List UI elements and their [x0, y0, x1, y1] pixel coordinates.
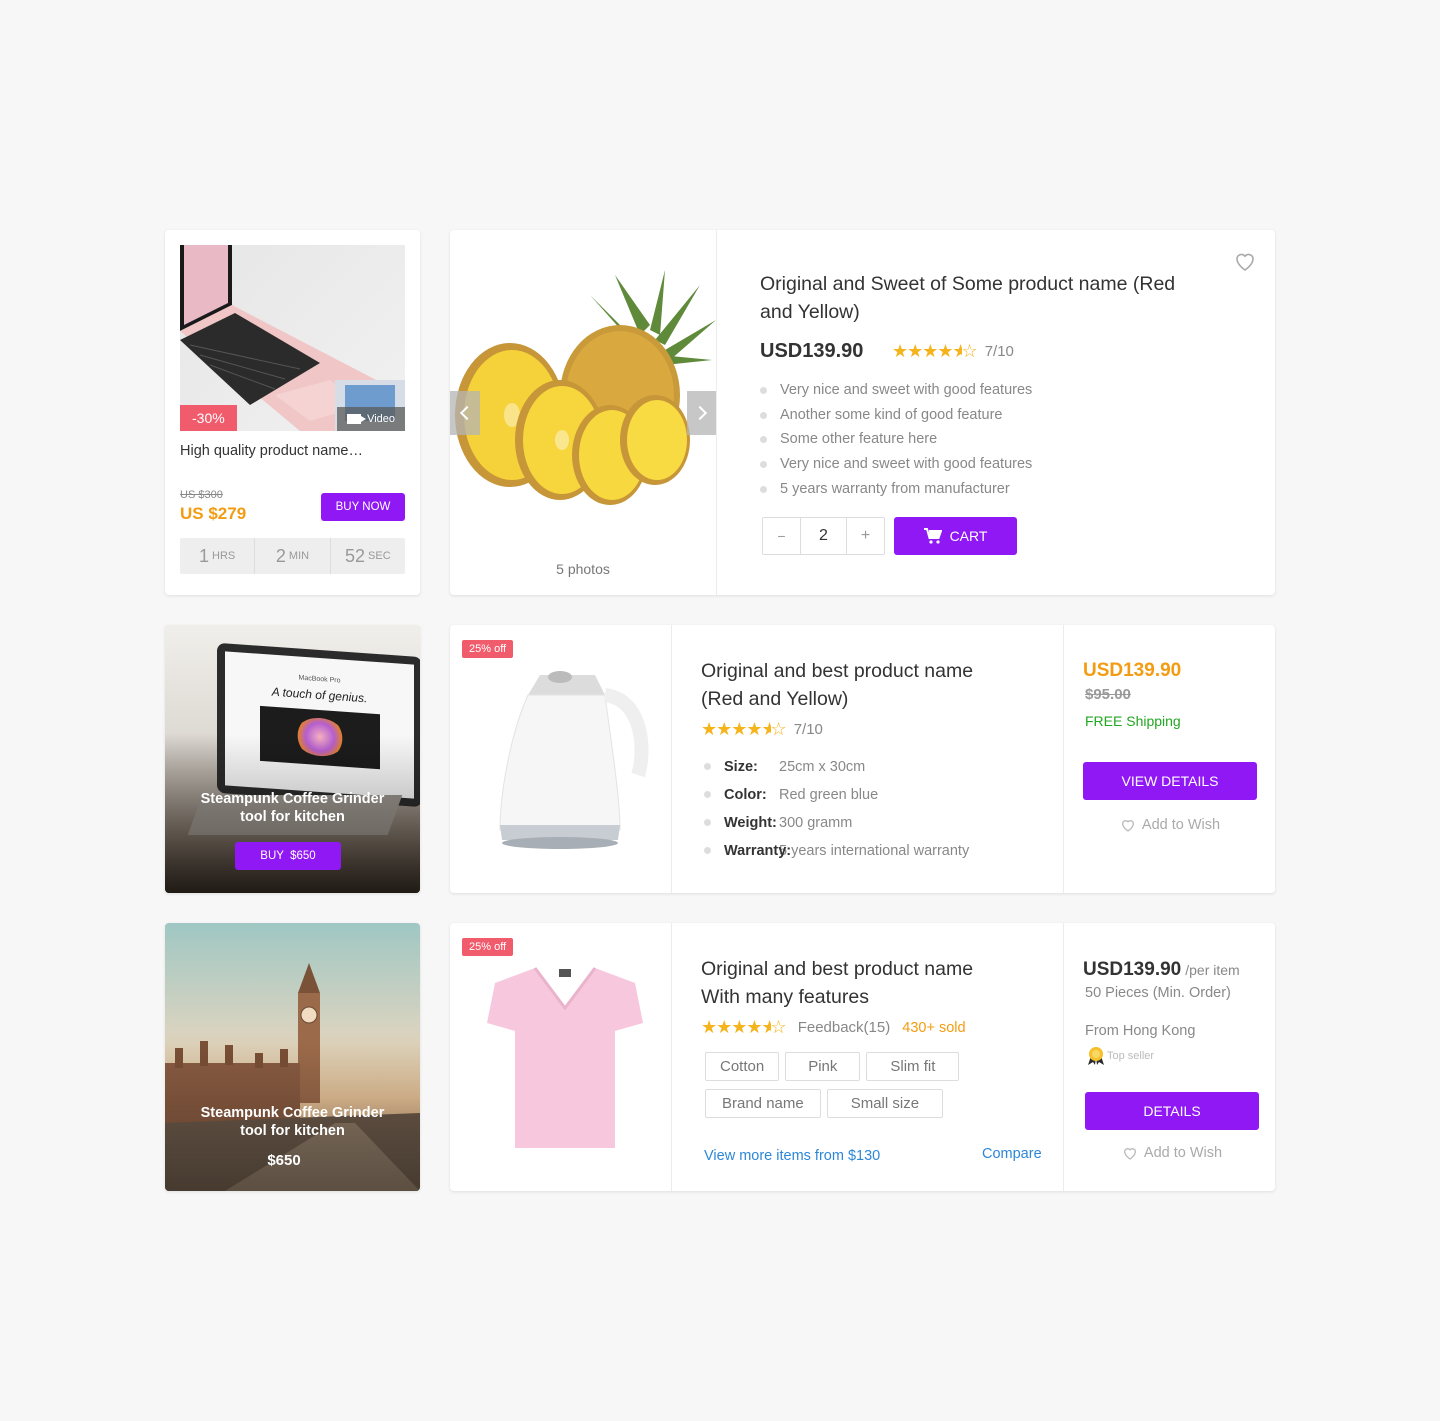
origin: From Hong Kong	[1085, 1023, 1196, 1039]
timer-hours: 1 HRS	[180, 538, 256, 574]
gallery: 5 photos	[450, 230, 716, 595]
rating-stars-icon: ★★★★★☆	[892, 341, 978, 361]
tag-chip[interactable]: Cotton	[705, 1052, 780, 1081]
cart-label: CART	[949, 528, 988, 544]
quantity-decrease-button[interactable]: −	[763, 518, 801, 554]
wish-label: Add to Wish	[1143, 1145, 1223, 1161]
discount-badge: 25% off	[462, 938, 514, 956]
add-to-wish-button[interactable]: Add to Wish	[1083, 817, 1257, 833]
divider	[716, 230, 717, 595]
cart-icon	[923, 528, 942, 544]
price-row: USD139.90 /per item	[1083, 959, 1240, 981]
timer-minutes: 2 MIN	[255, 538, 331, 574]
feedback-link[interactable]: Feedback(15)	[798, 1019, 891, 1036]
product-image[interactable]	[475, 963, 655, 1153]
countdown-timer: 1 HRS 2 MIN 52 SEC	[180, 538, 405, 574]
sold-count: 430+ sold	[902, 1019, 966, 1036]
timer-seconds: 52 SEC	[344, 545, 391, 566]
tag-chip[interactable]: Slim fit	[866, 1052, 960, 1081]
feature-item: Very nice and sweet with good features	[760, 378, 1032, 403]
divider	[1063, 625, 1064, 893]
wishlist-heart-icon[interactable]	[1233, 249, 1257, 273]
video-camera-icon	[347, 414, 367, 424]
promo-price: $650	[267, 1152, 301, 1169]
promo-card-london[interactable]: Steampunk Coffee Grinder tool for kitche…	[165, 923, 420, 1191]
rating-value: 7/10	[984, 343, 1014, 360]
chevron-left-icon	[459, 405, 475, 421]
product-title[interactable]: Original and Sweet of Some product name …	[760, 270, 1180, 326]
tag-chip[interactable]: Pink	[785, 1052, 861, 1081]
product-list-card-tshirt: 25% off Original and best product name W…	[450, 923, 1275, 1191]
old-price: $95.00	[1085, 686, 1131, 703]
deal-card: -30% Video High quality product name… US…	[165, 230, 420, 595]
heart-icon	[1123, 1148, 1136, 1160]
medal-icon	[1088, 1047, 1104, 1065]
spec-row: Weight: 300 gramm	[704, 809, 969, 837]
feature-item: Some other feature here	[760, 427, 1032, 452]
rating: ★★★★★☆ Feedback(15) 430+ sold	[701, 1017, 966, 1038]
feature-list: Very nice and sweet with good features A…	[760, 378, 1032, 502]
per-item-label: /per item	[1185, 962, 1240, 978]
min-order: 50 Pieces (Min. Order)	[1085, 985, 1231, 1001]
chevron-right-icon	[692, 405, 707, 421]
feature-item: 5 years warranty from manufacturer	[760, 477, 1032, 502]
product-image[interactable]: -30% Video	[180, 245, 405, 431]
divider	[671, 625, 672, 893]
rating-stars-icon: ★★★★★☆	[701, 1017, 787, 1037]
rating-value: 7/10	[793, 721, 823, 738]
product-price: USD139.90	[760, 340, 864, 362]
wish-label: Add to Wish	[1141, 817, 1221, 833]
tag-chip[interactable]: Small size	[826, 1089, 944, 1118]
promo-title[interactable]: Steampunk Coffee Grinder tool for kitche…	[195, 1104, 390, 1140]
feature-item: Very nice and sweet with good features	[760, 452, 1032, 477]
heart-icon	[1121, 820, 1134, 832]
discount-badge: -30%	[180, 405, 237, 431]
add-to-wish-button[interactable]: Add to Wish	[1085, 1145, 1259, 1161]
price: USD139.90	[1083, 660, 1182, 681]
shipping-info: FREE Shipping	[1085, 713, 1181, 729]
divider	[1063, 923, 1064, 1191]
divider	[671, 923, 672, 1191]
product-title[interactable]: Original and best product name (Red and …	[701, 657, 1001, 713]
seller-badge: Top seller	[1087, 1046, 1154, 1066]
spec-row: Warranty: 5 years international warranty	[704, 837, 969, 865]
seller-badge-label: Top seller	[1107, 1050, 1155, 1062]
video-button[interactable]: Video	[337, 407, 405, 431]
quantity-increase-button[interactable]: +	[846, 518, 884, 554]
video-label: Video	[367, 413, 395, 425]
product-detail-card: 5 photos Original and Sweet of Some prod…	[450, 230, 1275, 595]
feature-item: Another some kind of good feature	[760, 403, 1032, 428]
gallery-next-button[interactable]	[687, 391, 716, 435]
spec-row: Color: Red green blue	[704, 781, 969, 809]
promo-title[interactable]: Steampunk Coffee Grinder tool for kitche…	[195, 790, 390, 826]
quantity-stepper: − 2 +	[762, 517, 885, 555]
product-image[interactable]	[480, 665, 650, 855]
promo-card-laptop[interactable]: MacBook Pro A touch of genius. Steampunk…	[165, 625, 420, 893]
buy-button[interactable]: BUY $650	[235, 842, 341, 870]
tag-chip[interactable]: Brand name	[705, 1089, 821, 1118]
rating-stars-icon: ★★★★★☆	[701, 719, 787, 739]
product-list-card-kettle: 25% off Original and best product name (…	[450, 625, 1275, 893]
product-title[interactable]: Original and best product name With many…	[701, 955, 1001, 1011]
spec-list: Size: 25cm x 30cm Color: Red green blue We…	[704, 753, 969, 865]
tag-list: Cotton Pink Slim fit Brand name Small size	[705, 1052, 995, 1126]
view-more-link[interactable]: View more items from $130	[704, 1148, 880, 1164]
gallery-prev-button[interactable]	[450, 391, 480, 435]
product-title[interactable]: High quality product name…	[180, 443, 363, 459]
view-details-button[interactable]: VIEW DETAILS	[1083, 762, 1257, 800]
price: US $279	[180, 504, 247, 523]
rating: ★★★★★☆ 7/10	[701, 719, 823, 740]
price: USD139.90	[1083, 959, 1182, 980]
add-to-cart-button[interactable]: CART	[894, 517, 1017, 555]
quantity-value[interactable]: 2	[801, 518, 846, 554]
rating: ★★★★★☆ 7/10	[892, 341, 1014, 362]
photos-count[interactable]: 5 photos	[450, 561, 716, 577]
discount-badge: 25% off	[462, 640, 514, 658]
old-price: US $300	[180, 489, 223, 501]
buy-now-button[interactable]: BUY NOW	[321, 493, 405, 521]
product-image[interactable]	[450, 265, 716, 525]
compare-link[interactable]: Compare	[982, 1146, 1042, 1162]
details-button[interactable]: DETAILS	[1085, 1092, 1259, 1130]
spec-row: Size: 25cm x 30cm	[704, 753, 969, 781]
